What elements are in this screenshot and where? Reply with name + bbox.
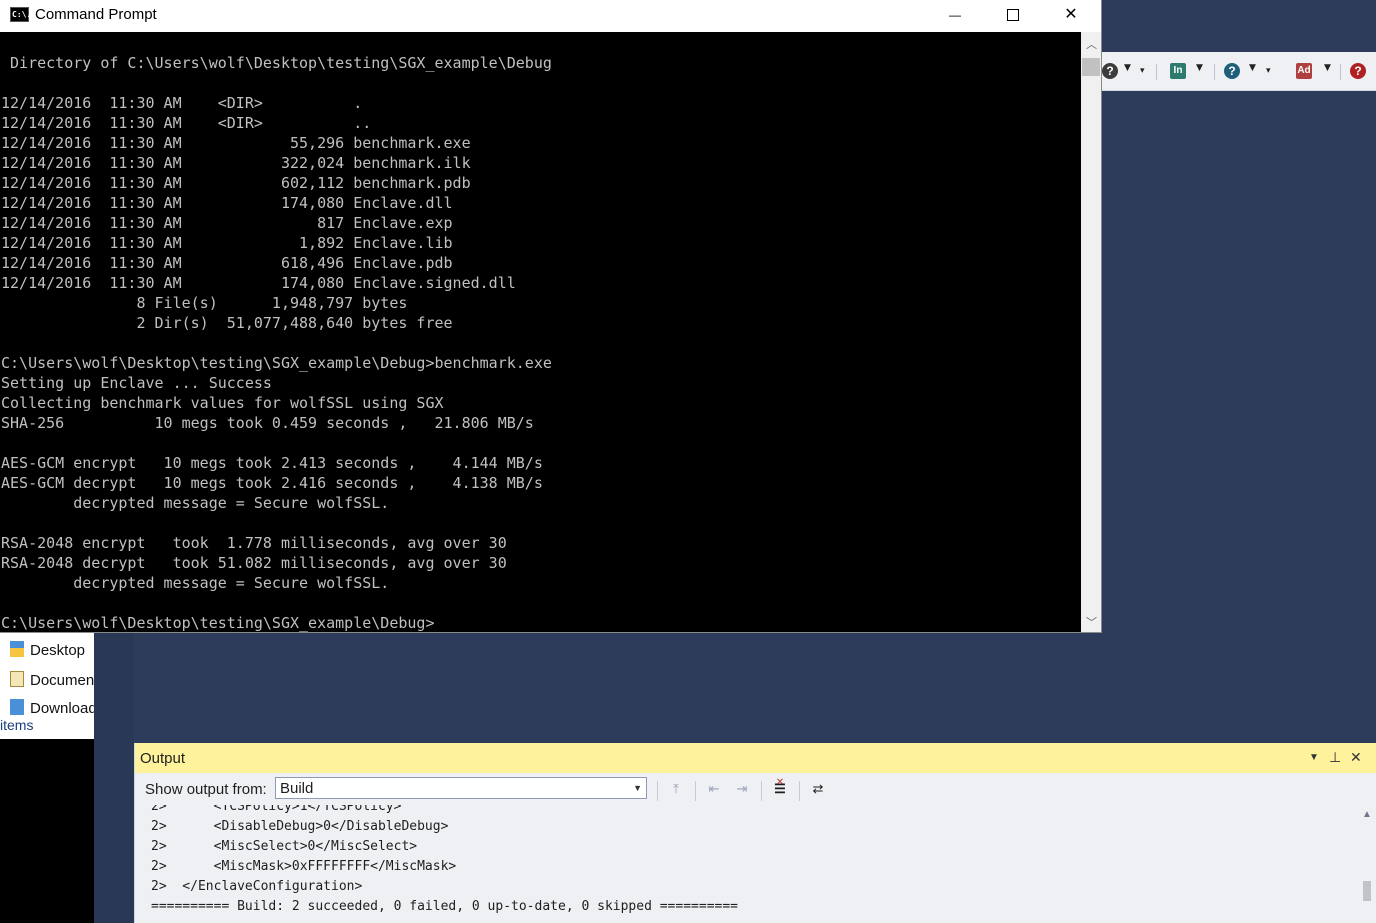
output-source-select[interactable]: Build ▼ [275,777,647,799]
toolbar-separator [761,781,762,801]
toolbar-separator [799,781,800,801]
overflow-icon[interactable]: ▾ [1266,66,1271,76]
output-line: 2> <MiscSelect>0</MiscSelect> [151,839,418,854]
chevron-down-icon[interactable]: ▼ [1196,63,1203,73]
console-scrollbar[interactable]: ︿ ﹀ [1081,32,1101,632]
explorer-item-documents[interactable]: Documents [10,671,94,689]
explorer-item-label: Desktop [30,642,86,659]
console-line: 12/14/2016 11:30 AM 174,080 Enclave.sign… [1,274,516,292]
panel-menu-icon[interactable]: ▼ [1309,752,1319,763]
help-icon[interactable]: ? [1102,63,1118,79]
toolbar-separator [657,781,658,801]
close-icon[interactable]: ✕ [1350,749,1362,766]
console-line: RSA-2048 decrypt took 51.082 millisecond… [1,554,507,572]
vs-left-strip [94,633,134,923]
console-line: SHA-256 10 megs took 0.459 seconds , 21.… [1,414,534,432]
output-panel: Output ▼ ⊥ ✕ Show output from: Build ▼ ⤒… [134,743,1376,923]
ad-icon[interactable]: Ad [1296,63,1312,79]
scroll-up-icon[interactable]: ︿ [1086,36,1097,52]
scrollbar-thumb[interactable] [1082,58,1100,76]
chevron-down-icon: ▼ [633,783,642,793]
console-icon[interactable]: C:\. [10,7,31,22]
console-line: 12/14/2016 11:30 AM 817 Enclave.exp [1,214,453,232]
console-line: Directory of C:\Users\wolf\Desktop\testi… [1,54,552,72]
scroll-up-icon[interactable]: ▲ [1362,809,1372,820]
pin-icon[interactable]: ⊥ [1329,749,1341,766]
scroll-down-icon[interactable]: ﹀ [1086,614,1097,630]
close-icon: ✕ [1064,6,1078,23]
find-previous-icon[interactable]: ⇤ [705,781,723,797]
go-to-previous-icon[interactable]: ⤒ [667,781,685,797]
output-header: Output ▼ ⊥ ✕ [135,743,1376,773]
console-line: AES-GCM encrypt 10 megs took 2.413 secon… [1,454,543,472]
chevron-down-icon[interactable]: ▼ [1249,63,1256,73]
console-line: AES-GCM decrypt 10 megs took 2.416 secon… [1,474,543,492]
console-line: 12/14/2016 11:30 AM 174,080 Enclave.dll [1,194,453,212]
input-icon[interactable]: In [1170,63,1186,79]
chevron-down-icon[interactable]: ▼ [1324,63,1331,73]
explorer-item-desktop[interactable]: Desktop [10,641,85,659]
console-line: 2 Dir(s) 51,077,488,640 bytes free [1,314,453,332]
output-line: 2> <MiscMask>0xFFFFFFFF</MiscMask> [151,859,457,874]
show-output-from-label: Show output from: [145,781,267,798]
console-line: 8 File(s) 1,948,797 bytes [1,294,408,312]
command-prompt-window: C:\. Command Prompt — ✕ Directory of C:\… [0,0,1102,633]
output-text-area[interactable]: 2> <TCSPolicy>1</TCSPolicy> 2> <DisableDe… [135,805,1357,923]
toolbar-separator [1340,64,1341,80]
console-line: C:\Users\wolf\Desktop\testing\SGX_exampl… [1,354,552,372]
toolbar-separator [695,781,696,801]
close-button[interactable]: ✕ [1042,0,1100,32]
find-next-icon[interactable]: ⇥ [733,781,751,797]
console-line: 12/14/2016 11:30 AM 1,892 Enclave.lib [1,234,453,252]
output-line: 2> </EnclaveConfiguration> [151,879,363,894]
output-line: ========== Build: 2 succeeded, 0 failed,… [151,899,738,914]
help-icon[interactable]: ? [1350,63,1366,79]
console-line: Setting up Enclave ... Success [1,374,272,392]
word-wrap-icon[interactable]: ⇄ [809,781,827,797]
chevron-down-icon[interactable]: ▼ [1124,63,1131,73]
maximize-button[interactable] [984,0,1042,32]
window-title: Command Prompt [35,6,157,23]
folder-icon [10,641,24,657]
output-source-value: Build [280,780,314,797]
console-output[interactable]: Directory of C:\Users\wolf\Desktop\testi… [0,32,1081,632]
file-explorer: Desktop Documents Downloads items [0,633,94,739]
overflow-icon[interactable]: ▾ [1140,66,1145,76]
console-line: C:\Users\wolf\Desktop\testing\SGX_exampl… [1,614,435,632]
maximize-icon [1007,8,1019,21]
toolbar-separator [1156,64,1157,80]
console-line: 12/14/2016 11:30 AM 618,496 Enclave.pdb [1,254,453,272]
console-line: RSA-2048 encrypt took 1.778 milliseconds… [1,534,507,552]
console-line: 12/14/2016 11:30 AM <DIR> . [1,94,363,112]
scrollbar-thumb[interactable] [1363,881,1371,901]
explorer-status: items [0,715,94,739]
minimize-button[interactable]: — [926,0,984,32]
vs-toolbar: ? ▼ ▾ In ▼ ? ▼ ▾ Ad ▼ ? [1102,52,1376,91]
output-line: 2> <DisableDebug>0</DisableDebug> [151,819,449,834]
desktop-area [0,739,94,923]
title-bar[interactable]: C:\. Command Prompt — ✕ [0,0,1101,32]
output-scrollbar[interactable]: ▲ [1357,805,1376,923]
console-line: Collecting benchmark values for wolfSSL … [1,394,444,412]
output-toolbar: Show output from: Build ▼ ⤒ ⇤ ⇥ ☰ ✕ ⇄ [135,773,1376,805]
help-icon[interactable]: ? [1224,63,1240,79]
toolbar-separator [1214,64,1215,80]
console-line: 12/14/2016 11:30 AM 602,112 benchmark.pd… [1,174,471,192]
x-mark-icon: ✕ [775,777,785,788]
document-icon [10,671,24,687]
output-line: 2> <TCSPolicy>1</TCSPolicy> [151,805,402,814]
output-title: Output [140,750,186,767]
download-icon [10,699,24,715]
minimize-icon: — [949,8,961,22]
console-line: 12/14/2016 11:30 AM 55,296 benchmark.exe [1,134,471,152]
console-line: 12/14/2016 11:30 AM <DIR> .. [1,114,372,132]
console-line: 12/14/2016 11:30 AM 322,024 benchmark.il… [1,154,471,172]
console-line: decrypted message = Secure wolfSSL. [1,574,390,592]
explorer-item-label: Documents [30,672,94,689]
console-line: decrypted message = Secure wolfSSL. [1,494,390,512]
